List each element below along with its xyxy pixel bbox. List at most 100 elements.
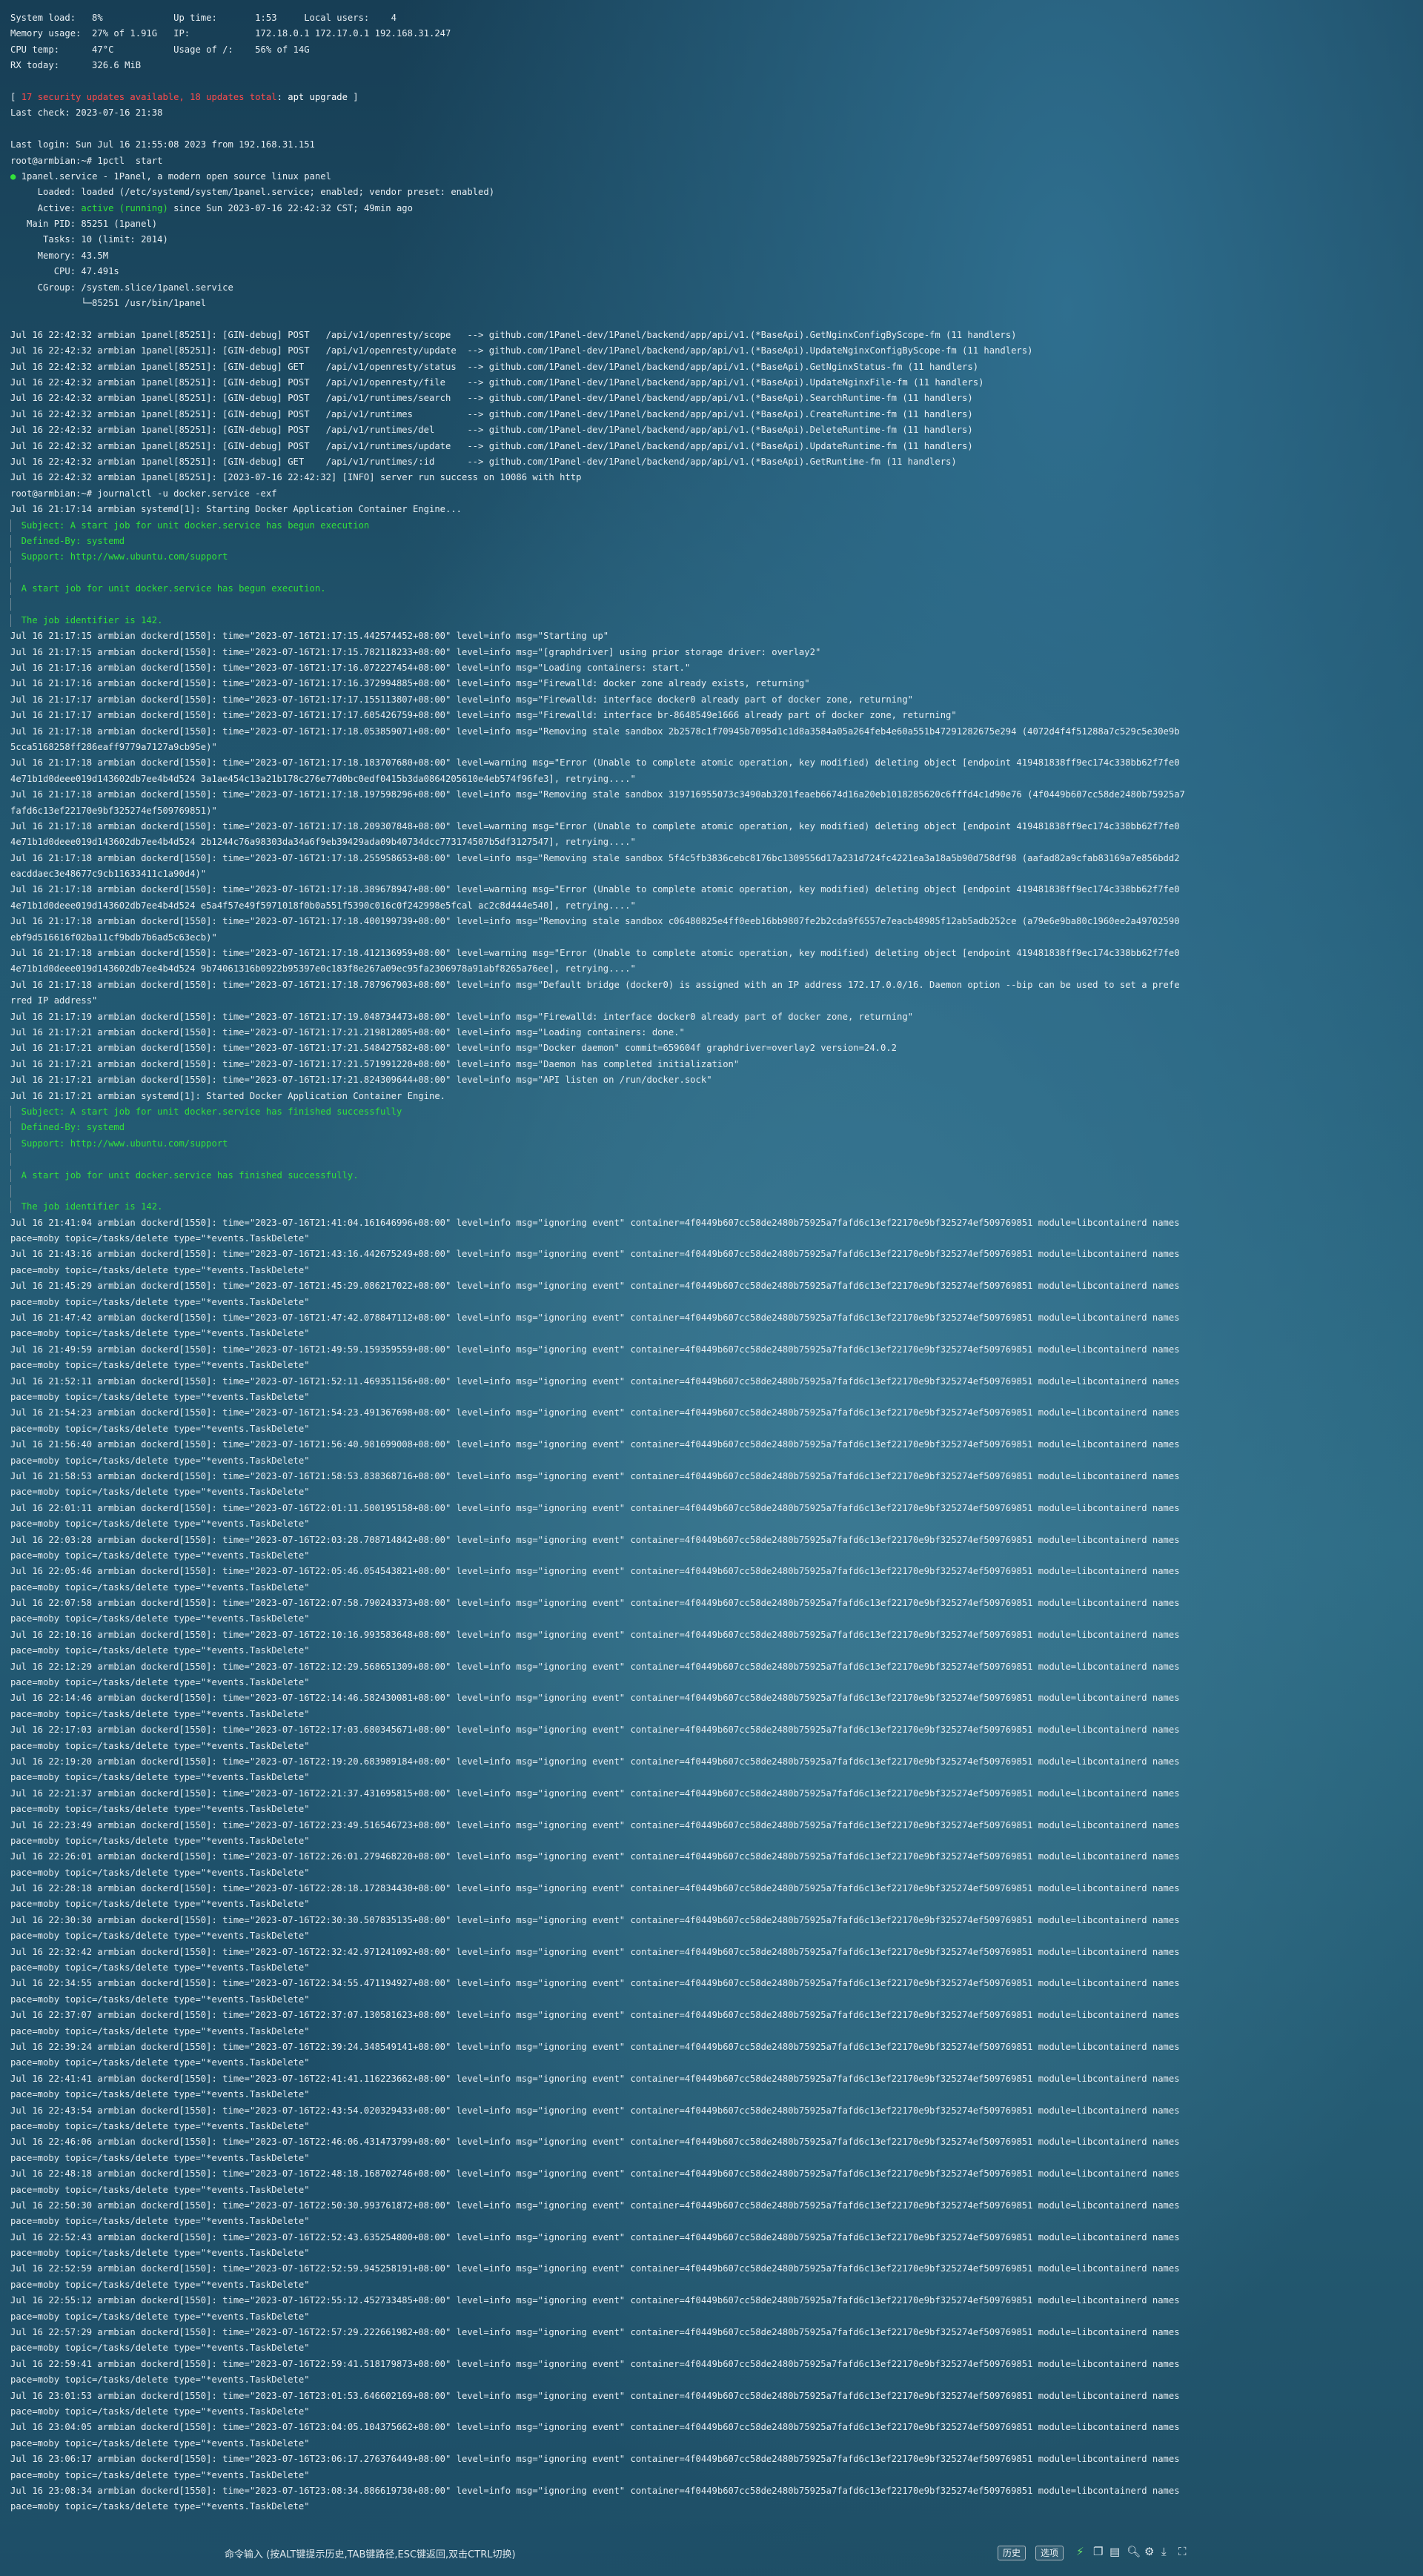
terminal-line: Jul 16 21:17:18 armbian dockerd[1550]: t…	[10, 948, 1180, 959]
terminal-line: Jul 16 21:17:17 armbian dockerd[1550]: t…	[10, 694, 914, 705]
terminal-line: Jul 16 22:42:32 armbian 1panel[85251]: […	[10, 361, 979, 372]
ignoring-event-line: Jul 16 22:14:46 armbian dockerd[1550]: t…	[10, 1693, 1180, 1704]
ignoring-event-line: Jul 16 22:23:49 armbian dockerd[1550]: t…	[10, 1819, 1180, 1830]
copy-icon[interactable]: ❐	[1093, 2545, 1103, 2558]
ignoring-event-continuation: pace=moby topic=/tasks/delete type="*eve…	[10, 1391, 310, 1402]
terminal-line: Tasks: 10 (limit: 2014)	[10, 234, 168, 245]
terminal-output[interactable]: System load: 8% Up time: 1:53 Local user…	[10, 10, 1416, 2515]
service-title-line: ● 1panel.service - 1Panel, a modern open…	[10, 169, 1416, 185]
ignoring-event-continuation: pace=moby topic=/tasks/delete type="*eve…	[10, 2437, 310, 2449]
ignoring-event-continuation: pace=moby topic=/tasks/delete type="*eve…	[10, 1804, 310, 1815]
terminal-line: Jul 16 21:17:18 armbian dockerd[1550]: t…	[10, 726, 1180, 737]
ignoring-event-line: Jul 16 22:26:01 armbian dockerd[1550]: t…	[10, 1851, 1180, 1862]
ignoring-event-continuation: pace=moby topic=/tasks/delete type="*eve…	[10, 2311, 310, 2322]
ignoring-event-line: Jul 16 22:37:07 armbian dockerd[1550]: t…	[10, 2010, 1180, 2021]
ignoring-event-continuation: pace=moby topic=/tasks/delete type="*eve…	[10, 2025, 310, 2036]
ignoring-event-line: Jul 16 21:49:59 armbian dockerd[1550]: t…	[10, 1344, 1180, 1355]
terminal-line: Jul 16 21:17:18 armbian dockerd[1550]: t…	[10, 916, 1180, 927]
paste-icon[interactable]: ▤	[1109, 2545, 1120, 2558]
terminal-line: └─85251 /usr/bin/1panel	[10, 298, 207, 309]
journal-annotation-line	[10, 1152, 1416, 1167]
ignoring-event-line: Jul 16 22:34:55 armbian dockerd[1550]: t…	[10, 1978, 1180, 1989]
ignoring-event-continuation: pace=moby topic=/tasks/delete type="*eve…	[10, 1994, 310, 2005]
ignoring-event-continuation: pace=moby topic=/tasks/delete type="*eve…	[10, 1931, 310, 1942]
terminal-line: Jul 16 21:17:16 armbian dockerd[1550]: t…	[10, 663, 691, 674]
journal-annotation-line: A start job for unit docker.service has …	[10, 1168, 1416, 1184]
journal-annotation-line: Subject: A start job for unit docker.ser…	[10, 518, 1416, 534]
terminal-line: Jul 16 21:17:18 armbian dockerd[1550]: t…	[10, 852, 1180, 863]
ignoring-event-continuation: pace=moby topic=/tasks/delete type="*eve…	[10, 2501, 310, 2512]
ignoring-event-continuation: pace=moby topic=/tasks/delete type="*eve…	[10, 1740, 310, 1751]
journal-annotation-line: The job identifier is 142.	[10, 1199, 1416, 1215]
terminal-line: root@armbian:~# journalctl -u docker.ser…	[10, 488, 277, 499]
ignoring-event-line: Jul 16 22:05:46 armbian dockerd[1550]: t…	[10, 1566, 1180, 1577]
terminal-line: Jul 16 21:17:21 armbian dockerd[1550]: t…	[10, 1043, 898, 1054]
terminal-line: 4e71b1d0deee019d143602db7ee4b4d524 2b124…	[10, 837, 636, 848]
ignoring-event-continuation: pace=moby topic=/tasks/delete type="*eve…	[10, 1581, 310, 1593]
active-label: Active:	[10, 202, 82, 213]
journal-annotation-line	[10, 1184, 1416, 1199]
ignoring-event-line: Jul 16 23:04:05 armbian dockerd[1550]: t…	[10, 2422, 1180, 2433]
history-button[interactable]: 历史	[998, 2546, 1026, 2560]
ignoring-event-line: Jul 16 22:30:30 armbian dockerd[1550]: t…	[10, 1914, 1180, 1925]
ignoring-event-continuation: pace=moby topic=/tasks/delete type="*eve…	[10, 2152, 310, 2163]
terminal-line: Jul 16 21:17:15 armbian dockerd[1550]: t…	[10, 646, 821, 657]
command-input-bar[interactable]: 命令输入 (按ALT键提示历史,TAB键路径,ESC键返回,双击CTRL切换) …	[0, 2540, 1423, 2566]
terminal-line: Jul 16 21:17:14 armbian systemd[1]: Star…	[10, 504, 462, 515]
ignoring-event-continuation: pace=moby topic=/tasks/delete type="*eve…	[10, 1487, 310, 1498]
terminal-line: Last check: 2023-07-16 21:38	[10, 107, 163, 119]
active-since-text: since Sun 2023-07-16 22:42:32 CST; 49min…	[167, 202, 413, 213]
terminal-line: RX today: 326.6 MiB	[10, 60, 142, 71]
ignoring-event-line: Jul 16 21:47:42 armbian dockerd[1550]: t…	[10, 1312, 1180, 1324]
lightning-icon[interactable]: ⚡	[1076, 2545, 1084, 2558]
separator-text: :	[276, 91, 288, 102]
ignoring-event-continuation: pace=moby topic=/tasks/delete type="*eve…	[10, 2216, 310, 2227]
journal-annotation-line: The job identifier is 142.	[10, 613, 1416, 628]
terminal-line: 5cca5168258ff286eaff9779a7127a9cb95e)"	[10, 741, 217, 752]
service-title-text: 1panel.service - 1Panel, a modern open s…	[16, 170, 331, 182]
terminal-line: Jul 16 21:17:17 armbian dockerd[1550]: t…	[10, 710, 957, 721]
terminal-line: Jul 16 21:17:21 armbian dockerd[1550]: t…	[10, 1027, 685, 1038]
ignoring-event-continuation: pace=moby topic=/tasks/delete type="*eve…	[10, 1360, 310, 1371]
ignoring-event-continuation: pace=moby topic=/tasks/delete type="*eve…	[10, 2279, 310, 2290]
ignoring-event-continuation: pace=moby topic=/tasks/delete type="*eve…	[10, 1518, 310, 1530]
settings-icon[interactable]: ⚙	[1144, 2545, 1154, 2558]
ignoring-event-continuation: pace=moby topic=/tasks/delete type="*eve…	[10, 2343, 310, 2354]
terminal-line: Jul 16 22:42:32 armbian 1panel[85251]: […	[10, 329, 1017, 340]
options-button[interactable]: 选项	[1035, 2546, 1064, 2560]
journal-annotation-line: Subject: A start job for unit docker.ser…	[10, 1104, 1416, 1120]
command-input-hint[interactable]: 命令输入 (按ALT键提示历史,TAB键路径,ESC键返回,双击CTRL切换)	[225, 2546, 516, 2560]
ignoring-event-line: Jul 16 22:17:03 armbian dockerd[1550]: t…	[10, 1724, 1180, 1736]
ignoring-event-line: Jul 16 23:06:17 armbian dockerd[1550]: t…	[10, 2454, 1180, 2465]
journal-annotation-line: Defined-By: systemd	[10, 1120, 1416, 1135]
ignoring-event-line: Jul 16 21:58:53 armbian dockerd[1550]: t…	[10, 1470, 1180, 1481]
terminal-line: CPU: 47.491s	[10, 266, 119, 277]
ignoring-event-continuation: pace=moby topic=/tasks/delete type="*eve…	[10, 2184, 310, 2195]
updates-line: [ 17 security updates available, 18 upda…	[10, 90, 1416, 105]
terminal-line: Jul 16 22:42:32 armbian 1panel[85251]: […	[10, 393, 973, 404]
search-icon[interactable]: 🔍︎	[1127, 2545, 1141, 2558]
ignoring-event-line: Jul 16 23:01:53 armbian dockerd[1550]: t…	[10, 2390, 1180, 2401]
ignoring-event-line: Jul 16 22:10:16 armbian dockerd[1550]: t…	[10, 1629, 1180, 1640]
ignoring-event-continuation: pace=moby topic=/tasks/delete type="*eve…	[10, 1296, 310, 1307]
ignoring-event-continuation: pace=moby topic=/tasks/delete type="*eve…	[10, 2248, 310, 2259]
terminal-line: System load: 8% Up time: 1:53 Local user…	[10, 13, 397, 23]
terminal-line: Jul 16 21:17:18 armbian dockerd[1550]: t…	[10, 979, 1180, 990]
fullscreen-icon[interactable]: ⛶	[1178, 2545, 1187, 2558]
ignoring-event-continuation: pace=moby topic=/tasks/delete type="*eve…	[10, 1708, 310, 1719]
active-running-text: active (running)	[81, 202, 168, 213]
terminal-line: Jul 16 22:42:32 armbian 1panel[85251]: […	[10, 456, 957, 467]
ignoring-event-line: Jul 16 23:08:34 armbian dockerd[1550]: t…	[10, 2485, 1180, 2496]
terminal-line: Jul 16 22:42:32 armbian 1panel[85251]: […	[10, 440, 973, 451]
download-icon[interactable]: ⤓	[1161, 2545, 1167, 2558]
journal-annotation-line: Defined-By: systemd	[10, 534, 1416, 549]
terminal-line: Jul 16 21:17:21 armbian dockerd[1550]: t…	[10, 1075, 712, 1086]
ignoring-event-line: Jul 16 22:57:29 armbian dockerd[1550]: t…	[10, 2327, 1180, 2338]
ignoring-event-line: Jul 16 22:21:37 armbian dockerd[1550]: t…	[10, 1787, 1180, 1799]
ignoring-event-line: Jul 16 22:52:59 armbian dockerd[1550]: t…	[10, 2263, 1180, 2274]
journal-annotation-line	[10, 597, 1416, 612]
ignoring-event-line: Jul 16 22:12:29 armbian dockerd[1550]: t…	[10, 1661, 1180, 1672]
ignoring-event-continuation: pace=moby topic=/tasks/delete type="*eve…	[10, 1867, 310, 1878]
bracket-text: [	[10, 91, 21, 102]
